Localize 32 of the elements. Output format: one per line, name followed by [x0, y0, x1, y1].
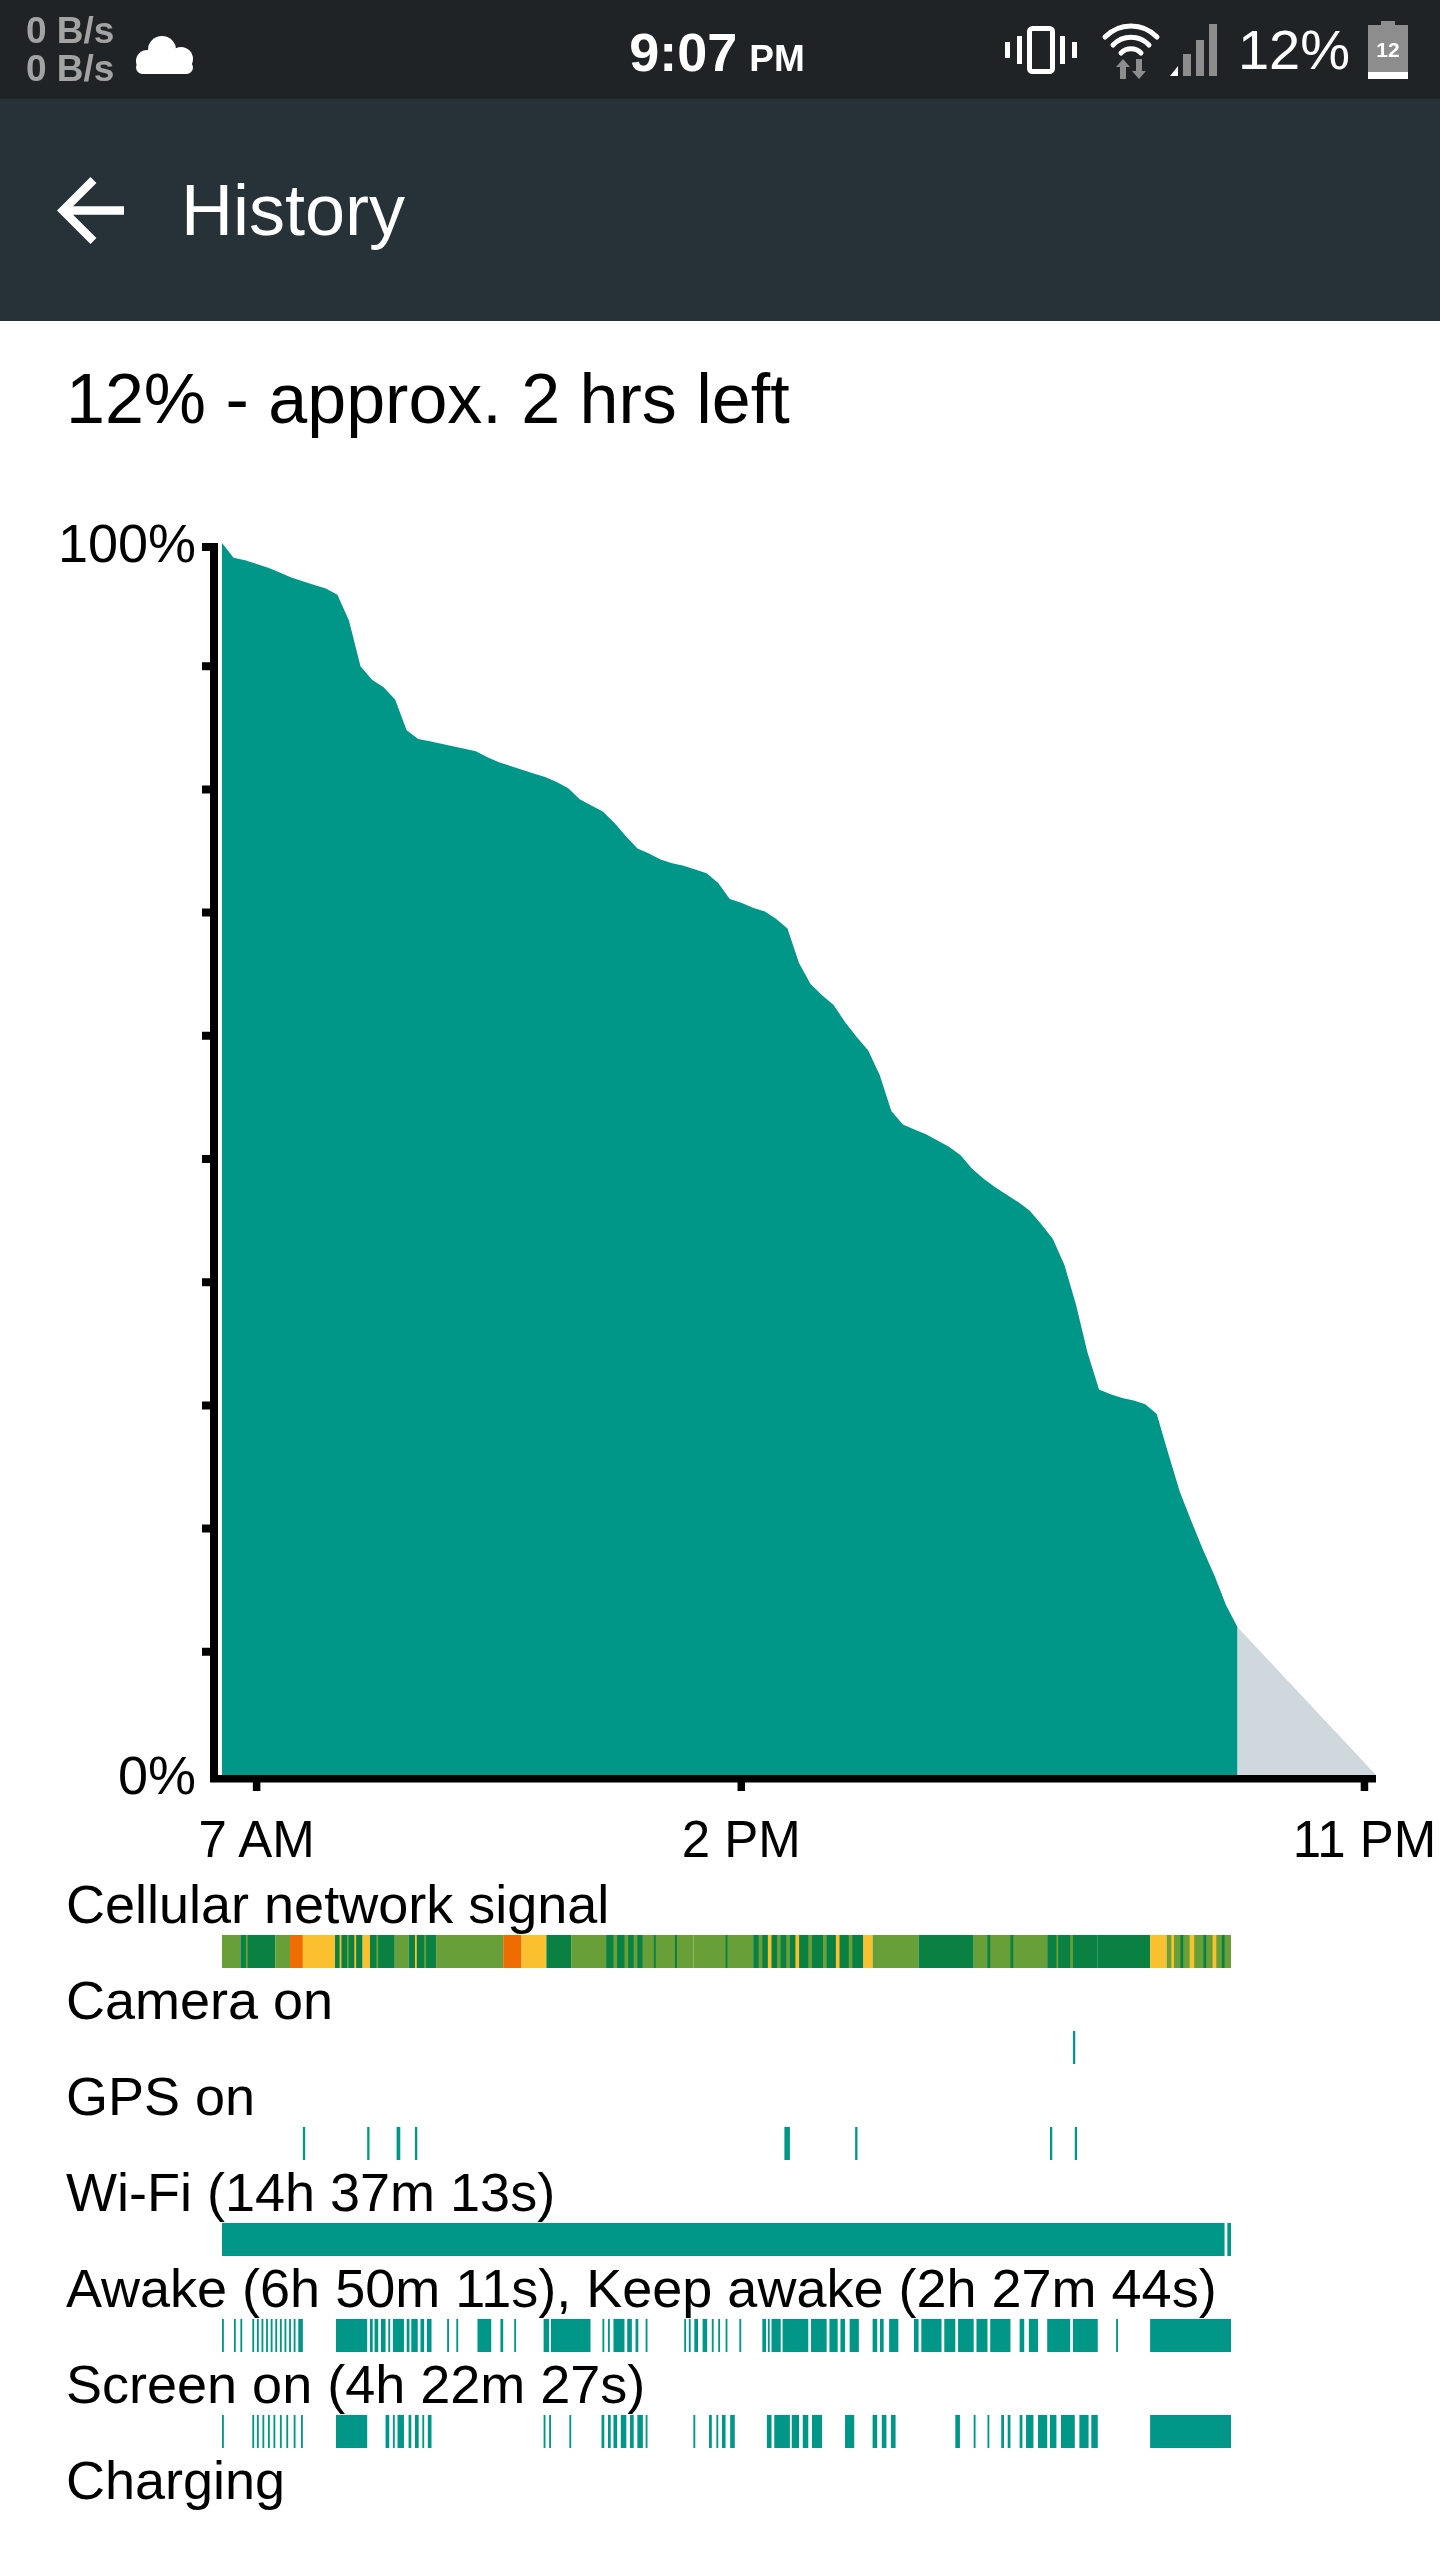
screen-title: History [181, 169, 405, 251]
gps-event-mark [302, 2127, 306, 2160]
clock-time: 9:07 [629, 20, 738, 83]
vibrate-icon [1004, 25, 1077, 74]
gps-event-mark [1049, 2127, 1053, 2160]
gps-event-mark [855, 2127, 858, 2160]
gps-event-mark [415, 2127, 418, 2160]
gps-event-mark [784, 2127, 790, 2160]
data-rate-text: 0 B/s [26, 11, 115, 50]
timeline-label: Camera on [66, 1970, 334, 2031]
gps-event-mark [1074, 2127, 1078, 2160]
y-axis-label: 100% [57, 512, 196, 573]
gps-event-mark [367, 2127, 370, 2160]
signal-icon [1169, 23, 1220, 76]
timeline-label: GPS on [66, 2066, 256, 2127]
battery-estimate-text: 12% - approx. 2 hrs left [66, 359, 790, 439]
x-axis-label: 7 AM [198, 1811, 315, 1868]
battery-percent-text: 12% [1237, 17, 1350, 82]
back-arrow-icon [57, 176, 124, 244]
timeline-label: Cellular network signal [66, 1874, 610, 1935]
camera-event-mark [1072, 2031, 1076, 2064]
y-axis-label: 0% [117, 1744, 196, 1805]
timeline-label: Screen on (4h 22m 27s) [66, 2354, 646, 2415]
gps-event-mark [396, 2127, 401, 2160]
timeline-label: Charging [66, 2450, 286, 2511]
clock-meridiem: PM [749, 37, 805, 80]
x-axis-label: 2 PM [681, 1811, 801, 1868]
timeline-label: Awake (6h 50m 11s), Keep awake (2h 27m 44s) [66, 2258, 1217, 2319]
wifi-icon [1100, 20, 1161, 79]
timeline-label: Wi-Fi (14h 37m 13s) [66, 2162, 556, 2223]
x-axis-label: 11 PM [1292, 1811, 1437, 1868]
data-rate-text: 0 B/s [26, 49, 115, 88]
